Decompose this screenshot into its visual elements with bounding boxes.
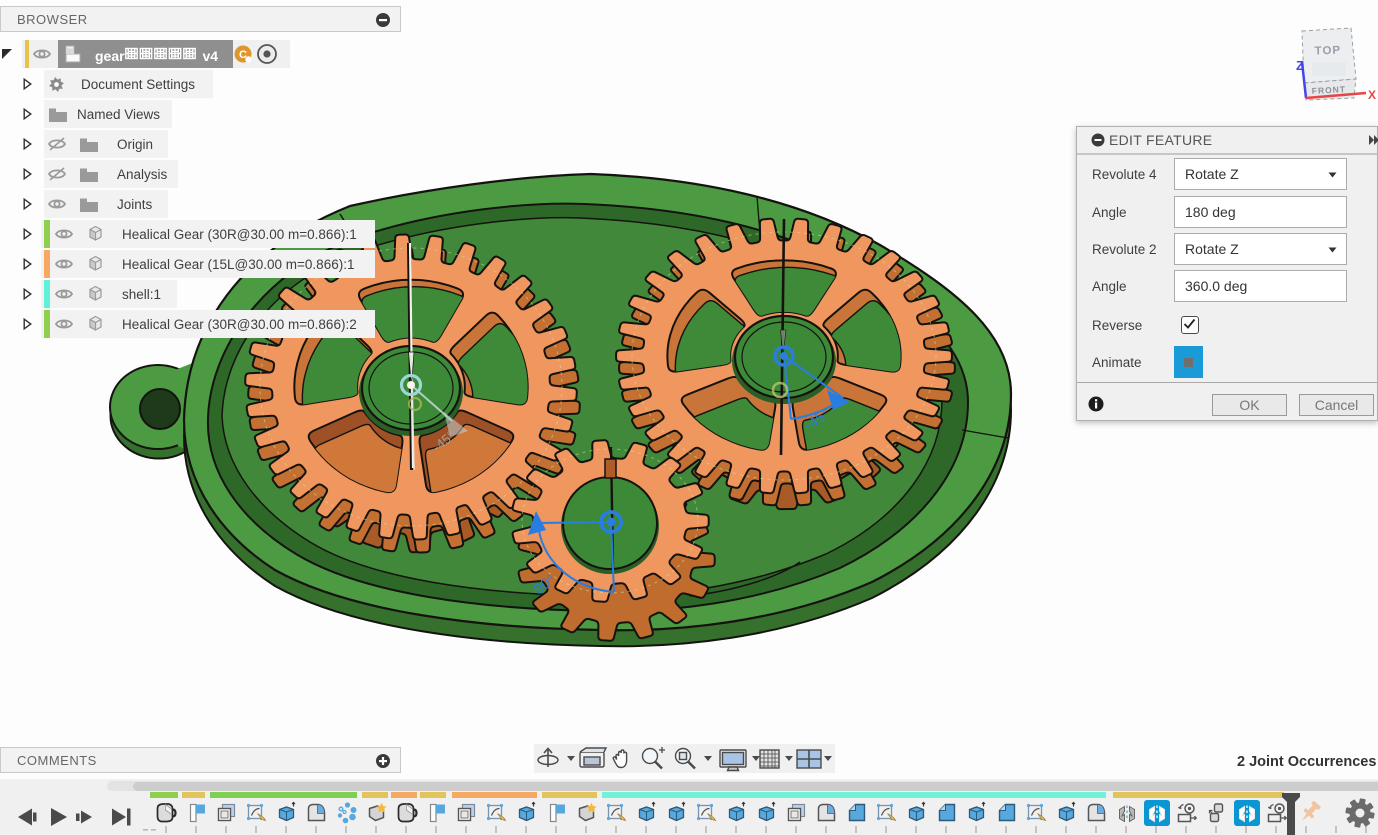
svg-text:TOP: TOP [1314,45,1341,58]
svg-text:Z: Z [1296,58,1304,73]
svg-text:X: X [1368,88,1376,102]
